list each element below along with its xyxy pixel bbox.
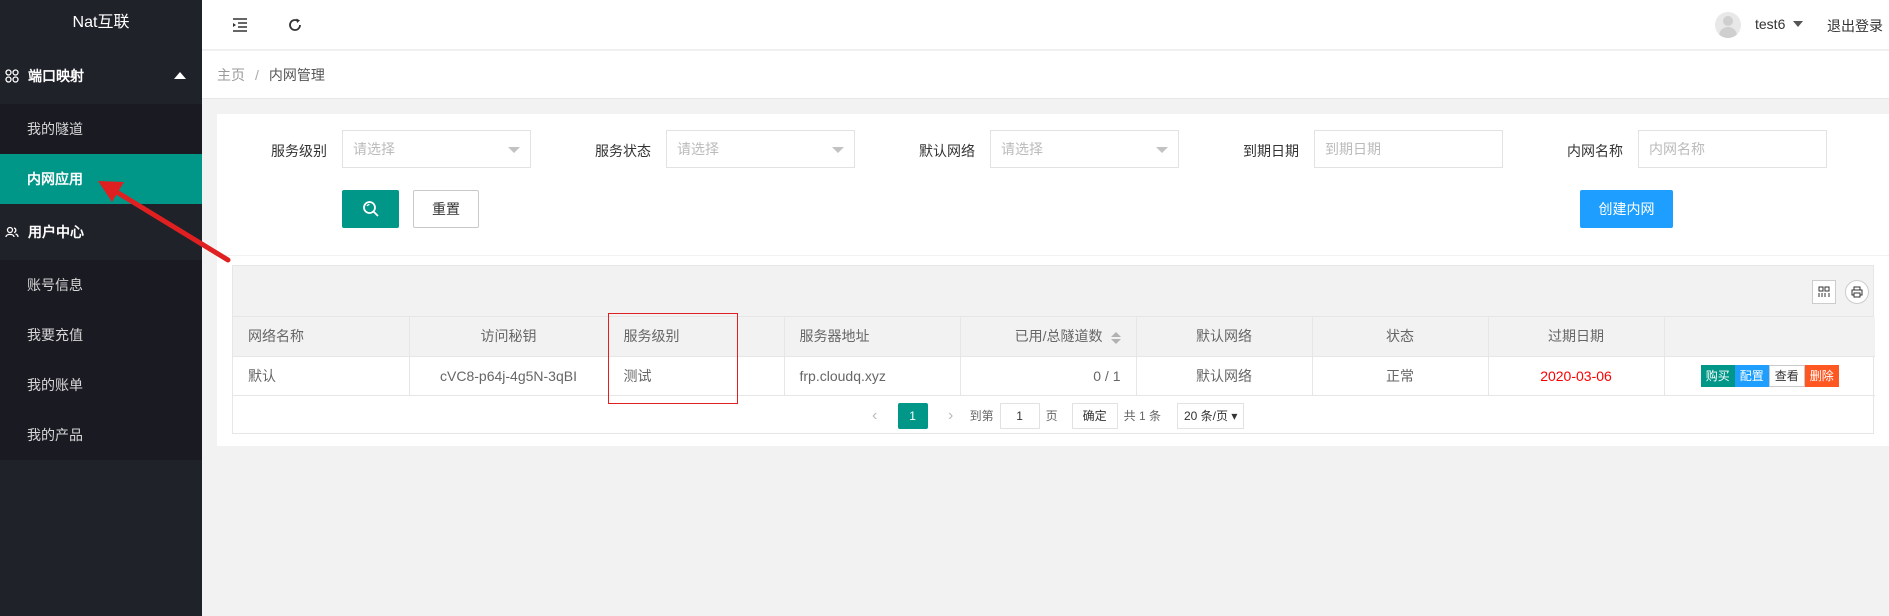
chevron-down-icon [1156, 147, 1168, 153]
nav-sub-port-mapping: 我的隧道 内网应用 [0, 104, 202, 204]
filter-expire-placeholder: 到期日期 [1325, 141, 1381, 157]
filter-status-select[interactable]: 请选择 [666, 130, 855, 168]
row-actions: 购买 配置 查看 删除 [1700, 364, 1839, 387]
col-header-level: 服务级别 [608, 317, 785, 357]
sidebar-item-account-info[interactable]: 账号信息 [0, 260, 202, 310]
print-icon[interactable] [1845, 280, 1869, 304]
app-logo: Nat互联 [0, 0, 202, 48]
filter-expire-label: 到期日期 [1243, 143, 1299, 159]
sidebar: Nat互联 端口映射 我的隧道 内网应用 用户中心 账号信息 我要充值 我的账单… [0, 0, 202, 616]
cell-level: 测试 [608, 356, 785, 396]
col-header-server: 服务器地址 [784, 317, 961, 357]
page-size-value: 20 条/页 [1184, 408, 1229, 423]
filter-status-label: 服务状态 [595, 143, 651, 159]
chevron-down-icon [832, 147, 844, 153]
page-confirm-button[interactable]: 确定 [1071, 402, 1118, 429]
cell-server: frp.cloudq.xyz [784, 356, 961, 396]
filter-level-placeholder: 请选择 [353, 141, 395, 157]
col-header-ops [1664, 317, 1875, 357]
prev-page-icon[interactable]: ‹ [862, 407, 888, 425]
grid-icon [4, 68, 20, 84]
refresh-icon[interactable] [284, 14, 306, 36]
filter-expire-input[interactable]: 到期日期 [1314, 130, 1503, 168]
cell-network: 默认网络 [1136, 356, 1313, 396]
page-current[interactable]: 1 [897, 402, 928, 429]
filter-network-label: 默认网络 [919, 143, 975, 159]
col-header-network: 默认网络 [1136, 317, 1313, 357]
filter-network-placeholder: 请选择 [1001, 141, 1043, 157]
cell-name: 默认 [233, 356, 410, 396]
data-table: 网络名称 访问秘钥 服务级别 服务器地址 已用/总隧道数 默认网络 状态 过期日… [232, 265, 1875, 436]
main-card: 服务级别 请选择 服务状态 请选择 默认网络 请选择 到期日期 到期日期 内网名… [217, 114, 1889, 446]
avatar[interactable] [1715, 12, 1741, 38]
chevron-down-icon [508, 147, 520, 153]
nav-group-head-user-center[interactable]: 用户中心 [0, 204, 202, 260]
pagination: ‹ 1 › 到第 1 页 确定 共 1 条 20 条/页 ▾ [233, 396, 1873, 436]
divider [217, 255, 1889, 256]
col-header-name: 网络名称 [233, 317, 410, 357]
menu-toggle-icon[interactable] [229, 14, 251, 36]
breadcrumb-separator: / [255, 66, 259, 83]
col-header-key: 访问秘钥 [409, 317, 609, 357]
sort-icon[interactable] [1110, 331, 1121, 344]
col-header-tunnels-label: 已用/总隧道数 [1014, 328, 1103, 345]
create-intranet-button[interactable]: 创建内网 [1580, 190, 1673, 228]
table-header-row: 网络名称 访问秘钥 服务级别 服务器地址 已用/总隧道数 默认网络 状态 过期日… [233, 317, 1875, 357]
nav-sub-user-center: 账号信息 我要充值 我的账单 我的产品 [0, 260, 202, 460]
logout-link[interactable]: 退出登录 [1827, 16, 1883, 36]
users-icon [4, 224, 20, 240]
page-size-select[interactable]: 20 条/页 ▾ [1177, 402, 1245, 429]
breadcrumb-home[interactable]: 主页 [217, 65, 245, 85]
buy-button[interactable]: 购买 [1700, 364, 1735, 387]
filter-name-label: 内网名称 [1567, 143, 1623, 159]
filter-status-placeholder: 请选择 [677, 141, 719, 157]
search-icon [362, 201, 379, 217]
col-header-expire: 过期日期 [1488, 317, 1665, 357]
table-row: 默认 cVC8-p64j-4g5N-3qBI 测试 frp.cloudq.xyz… [233, 356, 1875, 396]
filter-level-select[interactable]: 请选择 [342, 130, 531, 168]
breadcrumb: 主页 / 内网管理 [202, 51, 1889, 99]
table-toolbar [233, 266, 1873, 317]
sidebar-item-my-products[interactable]: 我的产品 [0, 410, 202, 460]
delete-button[interactable]: 删除 [1804, 364, 1839, 387]
nav-group-label: 端口映射 [28, 68, 84, 84]
breadcrumb-current: 内网管理 [268, 66, 325, 83]
cell-status: 正常 [1312, 356, 1489, 396]
view-button[interactable]: 查看 [1768, 364, 1805, 387]
chevron-up-icon [174, 72, 186, 79]
cell-tunnels: 0 / 1 [960, 356, 1137, 396]
cell-key: cVC8-p64j-4g5N-3qBI [409, 356, 609, 396]
nav-group-head-port-mapping[interactable]: 端口映射 [0, 48, 202, 104]
sidebar-item-recharge[interactable]: 我要充值 [0, 310, 202, 360]
sidebar-item-intranet-apps[interactable]: 内网应用 [0, 154, 202, 204]
cell-ops: 购买 配置 查看 删除 [1664, 356, 1875, 396]
pager-goto-label: 到第 [969, 409, 994, 423]
nav-group-port-mapping: 端口映射 我的隧道 内网应用 [0, 48, 202, 204]
next-page-icon[interactable]: › [938, 407, 964, 425]
top-header: test6 退出登录 [202, 0, 1889, 50]
pager-total: 共 1 条 [1123, 409, 1161, 423]
search-button[interactable] [342, 190, 399, 228]
columns-filter-icon[interactable] [1812, 280, 1836, 304]
filter-name-input[interactable]: 内网名称 [1638, 130, 1827, 168]
sidebar-item-my-tunnels[interactable]: 我的隧道 [0, 104, 202, 154]
page-jump-input[interactable]: 1 [999, 402, 1040, 429]
config-button[interactable]: 配置 [1734, 364, 1769, 387]
col-header-tunnels[interactable]: 已用/总隧道数 [960, 317, 1137, 357]
sidebar-item-my-bills[interactable]: 我的账单 [0, 360, 202, 410]
filter-network-select[interactable]: 请选择 [990, 130, 1179, 168]
nav-group-user-center: 用户中心 账号信息 我要充值 我的账单 我的产品 [0, 204, 202, 460]
cell-expire: 2020-03-06 [1488, 356, 1665, 396]
username[interactable]: test6 [1755, 16, 1785, 32]
caret-down-icon[interactable] [1793, 21, 1803, 27]
col-header-status: 状态 [1312, 317, 1489, 357]
intranet-table: 网络名称 访问秘钥 服务级别 服务器地址 已用/总隧道数 默认网络 状态 过期日… [233, 317, 1875, 396]
nav-group-label: 用户中心 [28, 224, 84, 240]
pager-page-unit: 页 [1045, 409, 1058, 423]
filter-name-placeholder: 内网名称 [1649, 141, 1705, 157]
reset-button[interactable]: 重置 [413, 190, 479, 228]
filter-level-label: 服务级别 [271, 143, 327, 159]
